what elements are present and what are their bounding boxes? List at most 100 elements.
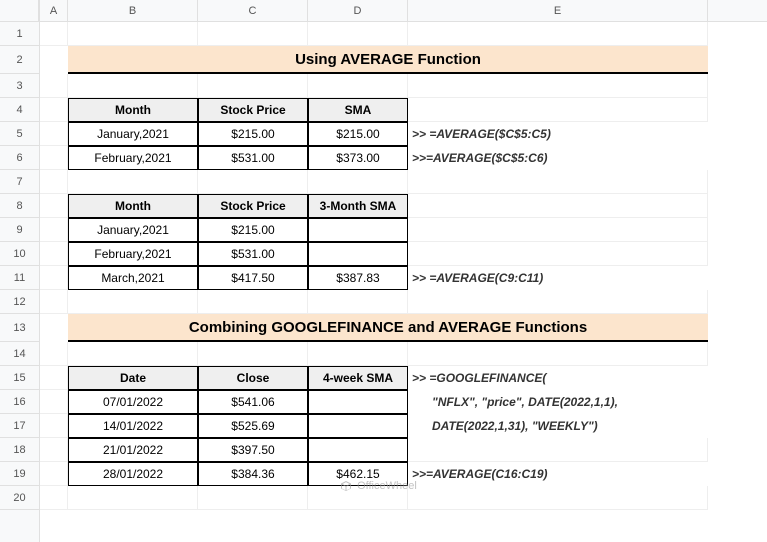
cell-A5[interactable] [40,122,68,146]
row-head-16[interactable]: 16 [0,390,39,414]
formula-E5[interactable]: >> =AVERAGE($C$5:C5) [408,122,708,146]
row-head-9[interactable]: 9 [0,218,39,242]
header-month-t1[interactable]: Month [68,98,198,122]
col-head-D[interactable]: D [308,0,408,21]
cell-A11[interactable] [40,266,68,290]
cell-E4[interactable] [408,98,708,122]
cell-E20[interactable] [408,486,708,510]
cell-D20[interactable] [308,486,408,510]
formula-E11[interactable]: >> =AVERAGE(C9:C11) [408,266,708,290]
header-sma-t1[interactable]: SMA [308,98,408,122]
cell-E10[interactable] [408,242,708,266]
cell-B6[interactable]: February,2021 [68,146,198,170]
title-using-average[interactable]: Using AVERAGE Function [68,46,708,74]
cell-C19[interactable]: $384.36 [198,462,308,486]
cell-A14[interactable] [40,342,68,366]
cell-C1[interactable] [198,22,308,46]
cell-B20[interactable] [68,486,198,510]
row-head-17[interactable]: 17 [0,414,39,438]
header-date-t3[interactable]: Date [68,366,198,390]
row-head-13[interactable]: 13 [0,314,39,342]
cell-A16[interactable] [40,390,68,414]
col-head-A[interactable]: A [40,0,68,21]
header-stockprice-t1[interactable]: Stock Price [198,98,308,122]
cell-B12[interactable] [68,290,198,314]
col-head-E[interactable]: E [408,0,708,21]
cell-B17[interactable]: 14/01/2022 [68,414,198,438]
formula-E15[interactable]: >> =GOOGLEFINANCE( [408,366,708,390]
cell-B3[interactable] [68,74,198,98]
corner-cell[interactable] [0,0,39,22]
row-head-2[interactable]: 2 [0,46,39,74]
cell-A17[interactable] [40,414,68,438]
cell-A1[interactable] [40,22,68,46]
formula-E6[interactable]: >>=AVERAGE($C$5:C6) [408,146,708,170]
header-month-t2[interactable]: Month [68,194,198,218]
cell-C16[interactable]: $541.06 [198,390,308,414]
cell-A4[interactable] [40,98,68,122]
header-stockprice-t2[interactable]: Stock Price [198,194,308,218]
formula-E16[interactable]: "NFLX", "price", DATE(2022,1,1), [408,390,708,414]
cell-C18[interactable]: $397.50 [198,438,308,462]
cell-B9[interactable]: January,2021 [68,218,198,242]
cell-D9[interactable] [308,218,408,242]
cell-D18[interactable] [308,438,408,462]
cell-D14[interactable] [308,342,408,366]
row-head-8[interactable]: 8 [0,194,39,218]
cell-B16[interactable]: 07/01/2022 [68,390,198,414]
cell-C17[interactable]: $525.69 [198,414,308,438]
row-head-4[interactable]: 4 [0,98,39,122]
formula-E19[interactable]: >>=AVERAGE(C16:C19) [408,462,708,486]
cell-D6[interactable]: $373.00 [308,146,408,170]
cell-A3[interactable] [40,74,68,98]
cell-D3[interactable] [308,74,408,98]
cell-C7[interactable] [198,170,308,194]
cell-A8[interactable] [40,194,68,218]
header-4wsma-t3[interactable]: 4-week SMA [308,366,408,390]
cell-A15[interactable] [40,366,68,390]
row-head-3[interactable]: 3 [0,74,39,98]
row-head-15[interactable]: 15 [0,366,39,390]
title-googlefinance[interactable]: Combining GOOGLEFINANCE and AVERAGE Func… [68,314,708,342]
cell-E1[interactable] [408,22,708,46]
row-head-6[interactable]: 6 [0,146,39,170]
row-head-20[interactable]: 20 [0,486,39,510]
cell-E3[interactable] [408,74,708,98]
formula-E17[interactable]: DATE(2022,1,31), "WEEKLY") [408,414,708,438]
cell-A12[interactable] [40,290,68,314]
cell-C12[interactable] [198,290,308,314]
cell-B1[interactable] [68,22,198,46]
cell-D19[interactable]: $462.15 [308,462,408,486]
cell-D10[interactable] [308,242,408,266]
cell-D11[interactable]: $387.83 [308,266,408,290]
cell-C6[interactable]: $531.00 [198,146,308,170]
cell-D12[interactable] [308,290,408,314]
cell-B7[interactable] [68,170,198,194]
cell-B14[interactable] [68,342,198,366]
cell-C9[interactable]: $215.00 [198,218,308,242]
cell-D17[interactable] [308,414,408,438]
cell-A6[interactable] [40,146,68,170]
cell-E14[interactable] [408,342,708,366]
cell-C14[interactable] [198,342,308,366]
row-head-14[interactable]: 14 [0,342,39,366]
row-head-11[interactable]: 11 [0,266,39,290]
cell-A20[interactable] [40,486,68,510]
cell-D16[interactable] [308,390,408,414]
cell-B11[interactable]: March,2021 [68,266,198,290]
row-head-18[interactable]: 18 [0,438,39,462]
cell-D5[interactable]: $215.00 [308,122,408,146]
cell-E7[interactable] [408,170,708,194]
cell-E18[interactable] [408,438,708,462]
row-head-1[interactable]: 1 [0,22,39,46]
cell-C10[interactable]: $531.00 [198,242,308,266]
cell-E8[interactable] [408,194,708,218]
col-head-C[interactable]: C [198,0,308,21]
cell-C20[interactable] [198,486,308,510]
cell-A13[interactable] [40,314,68,342]
row-head-10[interactable]: 10 [0,242,39,266]
cell-D7[interactable] [308,170,408,194]
cell-B18[interactable]: 21/01/2022 [68,438,198,462]
cell-A7[interactable] [40,170,68,194]
cell-C11[interactable]: $417.50 [198,266,308,290]
